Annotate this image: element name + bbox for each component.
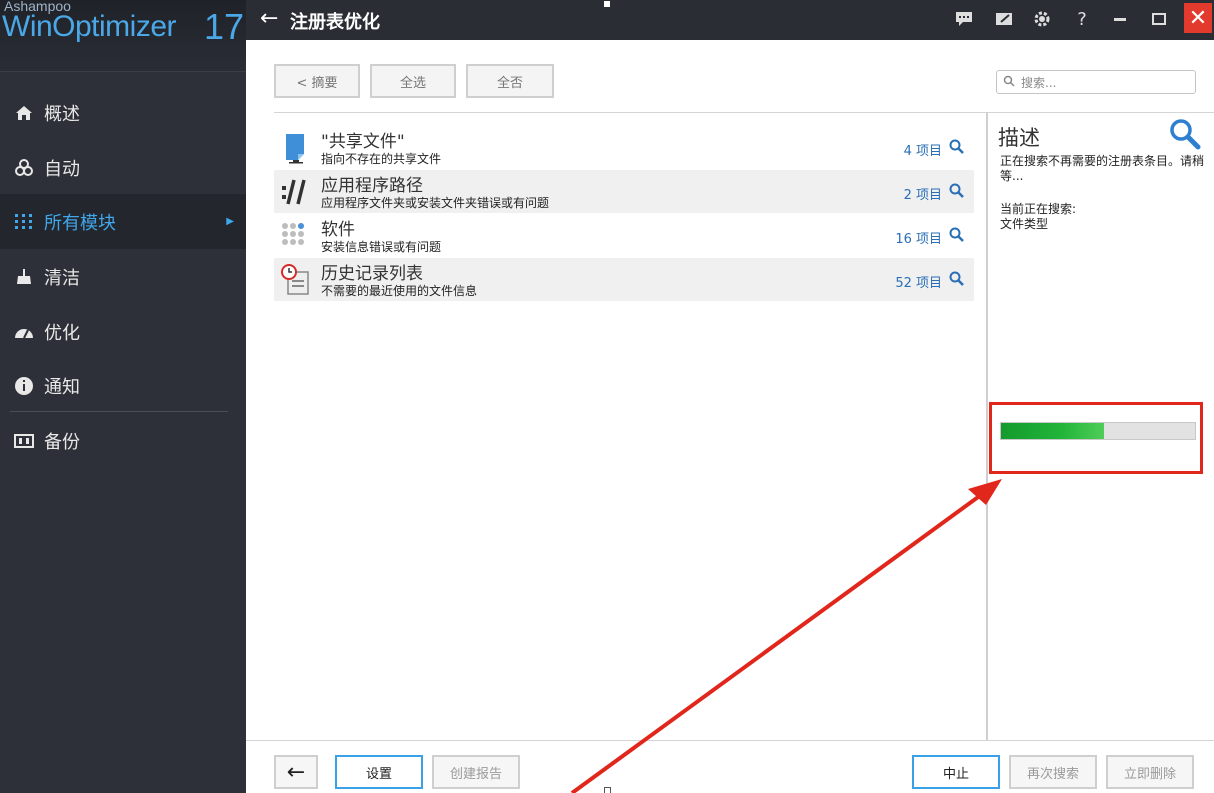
list-item[interactable]: "共享文件" 指向不存在的共享文件 4 项目: [274, 126, 974, 169]
row-description: 指向不存在的共享文件: [321, 152, 442, 166]
app-path-icon: [280, 176, 312, 208]
abort-button[interactable]: 中止: [912, 755, 1000, 789]
description-title: 描述: [998, 126, 1040, 150]
panel-divider: [986, 112, 988, 740]
brand-version: 17: [204, 6, 245, 47]
software-icon: [280, 220, 312, 252]
history-icon: [280, 264, 312, 296]
description-text: 正在搜索不再需要的注册表条目。请稍等...: [1000, 154, 1205, 183]
row-description: 安装信息错误或有问题: [321, 240, 442, 254]
current-search-value: 文件类型: [1000, 217, 1049, 231]
sidebar-item-label: 概述: [44, 103, 80, 125]
chevron-right-icon: ▶: [226, 216, 234, 227]
select-none-button[interactable]: 全否: [466, 64, 554, 98]
row-title: 软件: [321, 220, 355, 240]
search-again-button[interactable]: 再次搜索: [1009, 755, 1097, 789]
page-title: 注册表优化: [290, 12, 380, 33]
backup-icon: [12, 429, 36, 453]
sidebar-item-label: 自动: [44, 158, 80, 180]
back-button[interactable]: ←: [274, 755, 318, 789]
row-title: 应用程序路径: [321, 176, 423, 196]
search-icon[interactable]: [948, 270, 966, 288]
search-icon[interactable]: [948, 182, 966, 200]
row-count[interactable]: 16 项目: [895, 228, 942, 247]
gear-icon[interactable]: [1028, 6, 1056, 32]
header-divider: [274, 112, 1214, 113]
summary-button[interactable]: < 摘要: [274, 64, 360, 98]
sidebar-item-label: 优化: [44, 322, 80, 344]
list-item[interactable]: 软件 安装信息错误或有问题 16 项目: [274, 214, 974, 257]
edit-icon[interactable]: [990, 6, 1018, 32]
cursor-mark: [604, 787, 611, 793]
gauge-icon: [12, 320, 36, 344]
title-bar: ← 注册表优化 ? ✕: [246, 0, 1214, 40]
magnifier-icon: [1168, 118, 1202, 152]
sidebar-item-backup[interactable]: 备份: [0, 413, 246, 468]
cursor-mark: [604, 1, 610, 7]
sidebar-item-label: 清洁: [44, 267, 80, 289]
sidebar-item-optimize[interactable]: 优化: [0, 304, 246, 359]
sidebar-item-auto[interactable]: 自动: [0, 140, 246, 195]
row-description: 应用程序文件夹或安装文件夹错误或有问题: [321, 196, 550, 210]
sidebar-divider: [10, 411, 228, 412]
search-icon[interactable]: [948, 138, 966, 156]
sidebar-item-clean[interactable]: 清洁: [0, 249, 246, 304]
footer-divider: [246, 740, 1214, 741]
list-item[interactable]: 应用程序路径 应用程序文件夹或安装文件夹错误或有问题 2 项目: [274, 170, 974, 213]
help-button[interactable]: ?: [1068, 6, 1096, 32]
grid-icon: [12, 210, 36, 234]
info-icon: [12, 374, 36, 398]
sidebar: Ashampoo WinOptimizer 17 概述 自动 所有模块 ▶ 清洁: [0, 0, 246, 793]
brand-logo: Ashampoo WinOptimizer 17: [0, 0, 246, 72]
search-icon[interactable]: [948, 226, 966, 244]
home-icon: [12, 101, 36, 125]
sidebar-item-overview[interactable]: 概述: [0, 85, 246, 140]
search-input[interactable]: 搜索...: [996, 70, 1196, 94]
maximize-icon[interactable]: [1145, 6, 1173, 32]
shared-file-icon: [280, 132, 312, 164]
list-item[interactable]: 历史记录列表 不需要的最近使用的文件信息 52 项目: [274, 258, 974, 301]
settings-button[interactable]: 设置: [335, 755, 423, 789]
row-description: 不需要的最近使用的文件信息: [321, 284, 478, 298]
brand-main: WinOptimizer: [2, 10, 177, 43]
progress-bar: [1000, 422, 1196, 440]
search-placeholder: 搜索...: [1021, 75, 1057, 90]
create-report-button[interactable]: 创建报告: [432, 755, 520, 789]
select-all-button[interactable]: 全选: [370, 64, 456, 98]
progress-fill: [1001, 423, 1104, 439]
sidebar-item-notify[interactable]: 通知: [0, 358, 246, 413]
biohazard-icon: [12, 156, 36, 180]
search-icon: [1003, 75, 1015, 90]
sidebar-item-label: 所有模块: [44, 212, 116, 234]
delete-now-button[interactable]: 立即删除: [1106, 755, 1194, 789]
row-count[interactable]: 2 项目: [904, 184, 942, 203]
close-button[interactable]: ✕: [1184, 3, 1212, 33]
row-title: 历史记录列表: [321, 264, 423, 284]
sidebar-item-all-modules[interactable]: 所有模块 ▶: [0, 194, 246, 249]
row-count[interactable]: 4 项目: [904, 140, 942, 159]
row-count[interactable]: 52 项目: [895, 272, 942, 291]
minimize-icon[interactable]: [1106, 6, 1134, 32]
sidebar-item-label: 通知: [44, 376, 80, 398]
broom-icon: [12, 265, 36, 289]
row-title: "共享文件": [321, 132, 405, 152]
main-content: < 摘要 全选 全否 搜索... "共享文件" 指向不存在的共享文件 4 项目 …: [246, 40, 1214, 793]
sidebar-item-label: 备份: [44, 431, 80, 453]
feedback-icon[interactable]: [950, 6, 978, 32]
back-arrow-icon[interactable]: ←: [260, 6, 278, 31]
